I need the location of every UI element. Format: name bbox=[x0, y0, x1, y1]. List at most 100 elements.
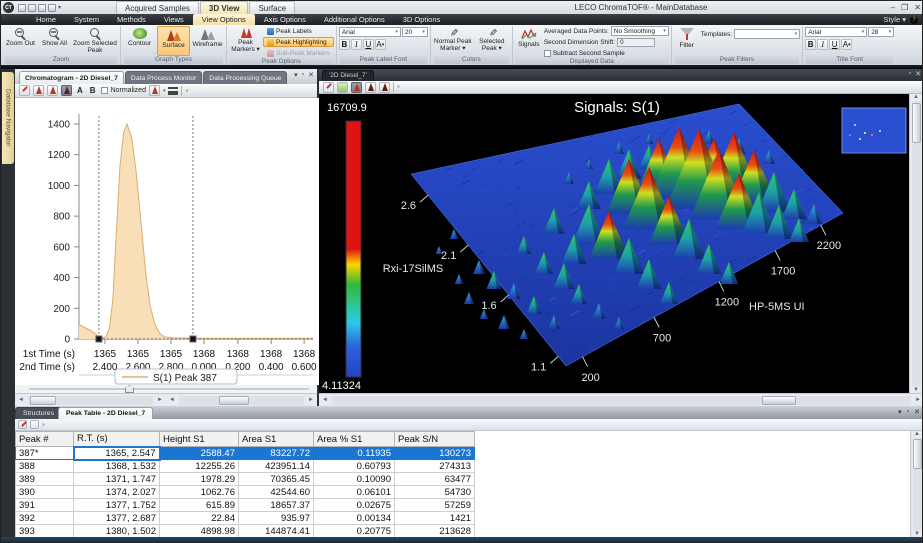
database-navigator-tab[interactable]: Database Navigator bbox=[2, 72, 14, 164]
normal-peak-marker-button[interactable]: ✎ Normal Peak Marker ▾ bbox=[433, 26, 473, 56]
dock-tab-1[interactable]: Peak Table - 2D Diesel_7 bbox=[57, 407, 154, 419]
a-trace-button[interactable]: A bbox=[75, 86, 85, 95]
table-cell[interactable]: 0.60793 bbox=[313, 459, 395, 473]
peak-markers-button[interactable]: Peak Markers ▾ bbox=[229, 26, 262, 58]
table-cell[interactable]: 1377, 2.687 bbox=[73, 511, 160, 525]
peak-highlighting-toggle[interactable]: Peak Highlighting bbox=[263, 37, 334, 47]
table-row[interactable]: 392 1377, 2.687 22.84 935.97 0.00134 1421 bbox=[15, 511, 475, 525]
table-cell[interactable]: 387* bbox=[15, 446, 74, 460]
signals-button[interactable]: Signals bbox=[515, 26, 543, 58]
surface-3d-plot[interactable]: Signals: S(1) 16709.9 4.11324 2.6 2.1 1.6 1.1 R… bbox=[319, 94, 909, 394]
table-cell[interactable]: 2588.47 bbox=[159, 446, 239, 460]
scroll-right2-icon[interactable]: ► bbox=[305, 397, 317, 403]
surface-wireframe2-icon[interactable] bbox=[379, 81, 390, 93]
table-cell[interactable]: 1380, 1.502 bbox=[73, 524, 160, 538]
table-cell[interactable]: 391 bbox=[15, 498, 74, 512]
table-grid-icon[interactable] bbox=[30, 420, 39, 429]
ribbon-tab-3[interactable]: Views bbox=[155, 14, 193, 25]
minimize-button[interactable]: – bbox=[891, 3, 895, 12]
table-cell[interactable]: 4898.98 bbox=[159, 524, 239, 538]
templates-select[interactable]: ▾ bbox=[734, 29, 801, 39]
zoom-selected-peak-button[interactable]: Zoom Selected Peak bbox=[72, 26, 118, 56]
surface-scroll-right-icon[interactable]: ► bbox=[912, 397, 922, 403]
table-cell[interactable]: 1421 bbox=[394, 511, 475, 525]
chromatogram-range-slider[interactable] bbox=[15, 385, 317, 393]
table-cell[interactable]: 1365, 2.547 bbox=[72, 445, 161, 461]
chromatogram-chart[interactable]: 0 200 400 600 800 1000 1200 1400 1365 2.400 1365 2.… bbox=[15, 98, 319, 385]
show-all-button[interactable]: Show All bbox=[38, 26, 71, 56]
table-cell[interactable]: 0.06101 bbox=[313, 485, 395, 499]
selected-peak-color-button[interactable]: ✎ Selected Peak ▾ bbox=[474, 26, 510, 56]
table-pin-icon[interactable] bbox=[18, 420, 27, 429]
dock-tab-0[interactable]: Structures bbox=[15, 407, 62, 419]
peak-color-dropdown-icon[interactable]: ▾ bbox=[163, 88, 166, 94]
ribbon-tab-4[interactable]: View Options bbox=[192, 14, 255, 25]
chart-type-1-icon[interactable] bbox=[33, 85, 44, 96]
table-cell[interactable]: 1978.29 bbox=[159, 472, 239, 486]
panel-close-icon[interactable]: ✕ bbox=[308, 71, 314, 79]
title-underline-button[interactable]: U bbox=[829, 39, 841, 50]
table-cell[interactable]: 423951.14 bbox=[238, 459, 314, 473]
chromatogram-tab-1[interactable]: Data Process Monitor bbox=[124, 71, 203, 84]
column-header[interactable]: R.T. (s) bbox=[73, 431, 160, 447]
peak-underline-button[interactable]: U bbox=[362, 39, 374, 50]
table-cell[interactable]: 213628 bbox=[394, 524, 475, 538]
table-cell[interactable]: 70365.45 bbox=[238, 472, 314, 486]
column-header[interactable]: Peak # bbox=[15, 431, 74, 447]
peak-labels-toggle[interactable]: Peak Labels bbox=[263, 26, 334, 36]
ribbon-tab-7[interactable]: 3D Options bbox=[394, 14, 450, 25]
column-header[interactable]: Area % S1 bbox=[313, 431, 395, 447]
style-dropdown[interactable]: Style ▾ bbox=[883, 15, 906, 24]
table-cell[interactable]: 42544.60 bbox=[238, 485, 314, 499]
chromatogram-tab-0[interactable]: Chromatogram - 2D Diesel_7 bbox=[19, 71, 124, 84]
chromatogram-tab-2[interactable]: Data Processing Queue bbox=[203, 71, 288, 84]
column-header[interactable]: Peak S/N bbox=[394, 431, 475, 447]
help-icon[interactable]: ? bbox=[910, 15, 918, 24]
table-row[interactable]: 390 1374, 2.027 1062.76 42544.60 0.06101 5473… bbox=[15, 485, 475, 499]
zoom-out-button[interactable]: Zoom Out bbox=[4, 26, 37, 56]
subtract-second-sample-checkbox[interactable] bbox=[543, 49, 551, 57]
surface-close-icon[interactable]: ✕ bbox=[915, 70, 921, 78]
table-cell[interactable]: 390 bbox=[15, 485, 74, 499]
ribbon-tab-2[interactable]: Methods bbox=[108, 14, 155, 25]
table-cell[interactable]: 389 bbox=[15, 472, 74, 486]
title-bold-button[interactable]: B bbox=[805, 39, 817, 50]
table-cell[interactable]: 144874.41 bbox=[238, 524, 314, 538]
table-scroll-up-icon[interactable]: ▲ bbox=[914, 431, 920, 437]
table-cell[interactable]: 54730 bbox=[394, 485, 475, 499]
surface-vscrollbar[interactable]: ▲ ▼ bbox=[909, 94, 922, 394]
surface-contour-icon[interactable] bbox=[337, 81, 348, 93]
export-icon[interactable] bbox=[28, 3, 36, 12]
peak-font-color-button[interactable]: A ▾ bbox=[374, 39, 386, 50]
table-cell[interactable]: 1368, 1.532 bbox=[73, 459, 160, 473]
title-font-color-button[interactable]: A ▾ bbox=[841, 39, 853, 50]
pin-icon[interactable] bbox=[19, 85, 30, 96]
maximize-button[interactable]: ❐ bbox=[901, 3, 908, 12]
ribbon-tab-5[interactable]: Axis Options bbox=[255, 14, 315, 25]
wireframe-button[interactable]: Wireframe bbox=[191, 26, 224, 56]
panel-menu-icon[interactable]: ▾ bbox=[294, 71, 298, 79]
table-cell[interactable]: 615.89 bbox=[159, 498, 239, 512]
chart-type-3-icon[interactable] bbox=[61, 85, 72, 96]
table-cell[interactable]: 274313 bbox=[394, 459, 475, 473]
table-cell[interactable]: 1371, 1.747 bbox=[73, 472, 160, 486]
table-row[interactable]: 391 1377, 1.752 615.89 18657.37 0.02675 57259 bbox=[15, 498, 475, 512]
table-cell[interactable]: 63477 bbox=[394, 472, 475, 486]
legend-icon[interactable] bbox=[168, 86, 179, 95]
surface-scroll-left-icon[interactable]: ◄ bbox=[319, 397, 331, 403]
table-cell[interactable]: 393 bbox=[15, 524, 74, 538]
surface-surface-icon[interactable] bbox=[351, 81, 362, 93]
toolbar-overflow-icon[interactable]: » bbox=[185, 88, 188, 94]
table-cell[interactable]: 18657.37 bbox=[238, 498, 314, 512]
table-row[interactable]: 389 1371, 1.747 1978.29 70365.45 0.10090 6347… bbox=[15, 472, 475, 486]
surface-float-icon[interactable]: ▫ bbox=[909, 70, 911, 78]
table-cell[interactable]: 0.11935 bbox=[313, 446, 395, 460]
table-cell[interactable]: 12255.26 bbox=[159, 459, 239, 473]
peak-bold-button[interactable]: B bbox=[338, 39, 350, 50]
scroll-right-icon[interactable]: ► bbox=[154, 397, 166, 403]
dock-float-icon[interactable]: ▫ bbox=[907, 408, 909, 416]
table-cell[interactable]: 0.00134 bbox=[313, 511, 395, 525]
doc-tab-1[interactable]: 3D View bbox=[199, 1, 249, 14]
dock-close-icon[interactable]: ✕ bbox=[914, 408, 920, 416]
table-cell[interactable]: 1062.76 bbox=[159, 485, 239, 499]
